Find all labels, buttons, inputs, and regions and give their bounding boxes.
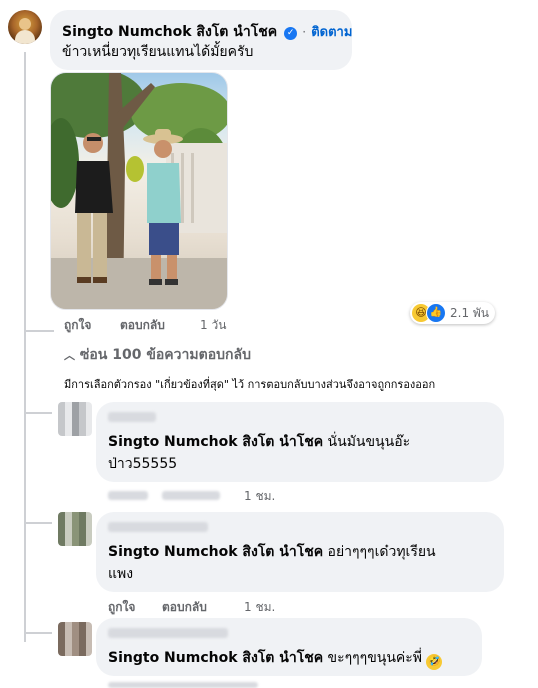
reaction-summary[interactable]: 😆 👍 2.1 พัน xyxy=(410,302,496,324)
reaction-count: 2.1 พัน xyxy=(450,305,490,320)
comment-time[interactable]: 1 วัน xyxy=(200,316,226,335)
reply-author-redacted[interactable] xyxy=(108,412,156,422)
reply-author-redacted[interactable] xyxy=(108,628,228,638)
comment-author[interactable]: Singto Numchok สิงโต นำโชค xyxy=(62,24,277,40)
thread-branch-2 xyxy=(24,522,52,524)
comment-photo[interactable] xyxy=(50,72,228,310)
avatar-figure xyxy=(19,18,31,30)
reply-reply-button[interactable] xyxy=(162,491,220,500)
like-reaction-icon: 👍 xyxy=(426,303,446,323)
main-comment-bubble: Singto Numchok สิงโต นำโชค ✓ · ติดตาม ข้… xyxy=(50,10,352,70)
reply-actions-redacted xyxy=(108,682,258,688)
follow-link[interactable]: ติดตาม xyxy=(311,25,352,40)
reply-mention[interactable]: Singto Numchok สิงโต นำโชค xyxy=(108,650,323,666)
reply-text-continued: แพง xyxy=(108,566,134,582)
reply-bubble: Singto Numchok สิงโต นำโชค อย่าๆๆๆเด๋วทุ… xyxy=(96,512,504,592)
chevron-up-icon: ︿ xyxy=(64,349,75,362)
thread-branch xyxy=(24,330,54,332)
reply-text: ขะๆๆๆขนุนค่ะพี่ xyxy=(327,650,423,666)
reply-bubble: Singto Numchok สิงโต นำโชค นั่นมันขนุนอ๊… xyxy=(96,402,504,482)
reply-avatar[interactable] xyxy=(58,622,92,656)
hide-replies-label: ซ่อน 100 ข้อความตอบกลับ xyxy=(79,347,251,363)
thread-branch-1 xyxy=(24,412,52,414)
reply-text: อย่าๆๆๆเด๋วทุเรียน xyxy=(327,544,436,560)
reply-text: นั่นมันขนุนอ๊ะ xyxy=(327,434,411,450)
reply-mention[interactable]: Singto Numchok สิงโต นำโชค xyxy=(108,544,323,560)
reply-time[interactable]: 1 ชม. xyxy=(244,487,275,506)
verified-badge-icon: ✓ xyxy=(284,27,298,40)
reply-time[interactable]: 1 ชม. xyxy=(244,598,275,617)
reply-avatar[interactable] xyxy=(58,512,92,546)
reply-button[interactable]: ตอบกลับ xyxy=(120,316,165,335)
comment-text: ข้าวเหนี่ยวทุเรียนแทนได้มั้ยครับ xyxy=(62,44,254,60)
reply-like-button[interactable]: ถูกใจ xyxy=(108,598,135,617)
like-button[interactable]: ถูกใจ xyxy=(64,316,91,335)
photo-scene xyxy=(51,73,227,309)
rolling-laughing-emoji-icon: 🤣 xyxy=(426,654,443,670)
reply-reply-button[interactable]: ตอบกลับ xyxy=(162,598,207,617)
reply-bubble: Singto Numchok สิงโต นำโชค ขะๆๆๆขนุนค่ะพ… xyxy=(96,618,482,676)
avatar-body xyxy=(15,30,35,44)
hide-replies-button[interactable]: ︿ ซ่อน 100 ข้อความตอบกลับ xyxy=(64,344,251,366)
reply-like-button[interactable] xyxy=(108,491,148,500)
filter-note: มีการเลือกตัวกรอง "เกี่ยวข้องที่สุด" ไว้… xyxy=(64,378,436,391)
thread-line xyxy=(24,52,26,382)
thread-line-replies xyxy=(24,382,26,642)
reply-avatar[interactable] xyxy=(58,402,92,436)
thread-branch-3 xyxy=(24,632,52,634)
reply-mention[interactable]: Singto Numchok สิงโต นำโชค xyxy=(108,434,323,450)
reply-text-continued: ป่าว55555 xyxy=(108,456,178,472)
reply-author-redacted[interactable] xyxy=(108,522,208,532)
avatar[interactable] xyxy=(8,10,42,44)
